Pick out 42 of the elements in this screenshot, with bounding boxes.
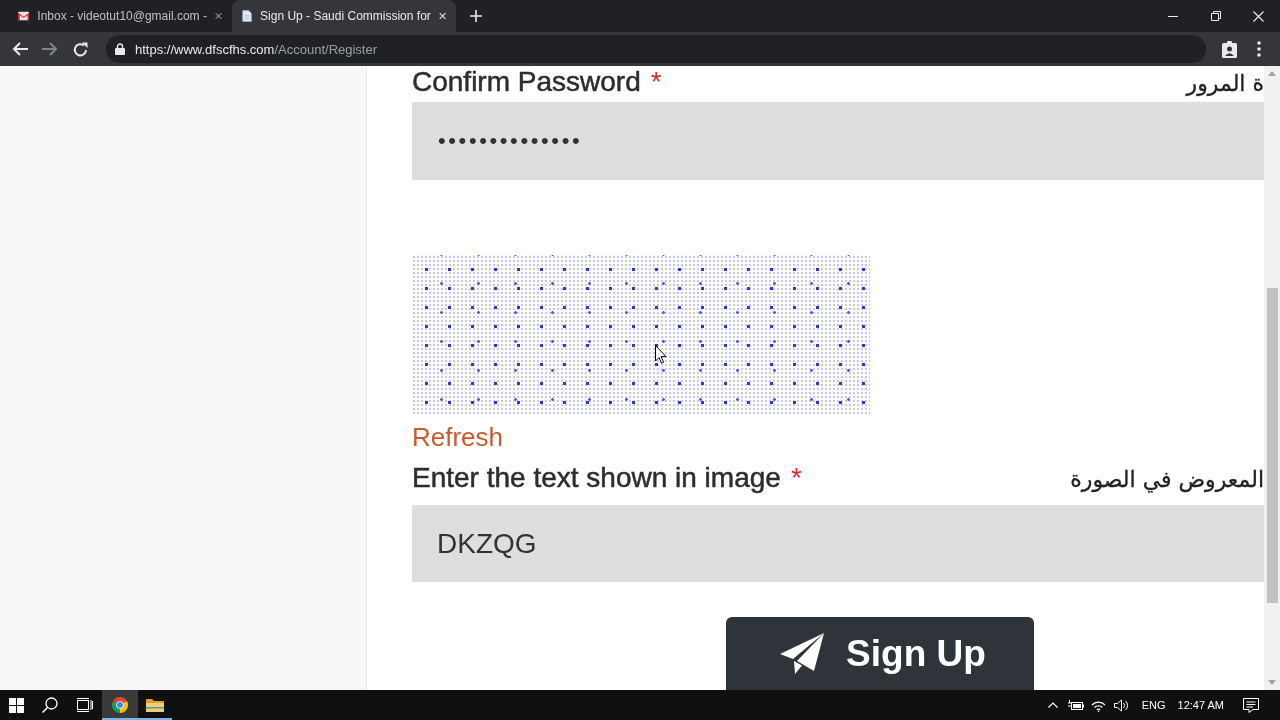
- document-icon: [242, 8, 253, 24]
- taskbar-app[interactable]: [102, 690, 138, 720]
- browser-icon: [112, 697, 128, 713]
- mail-icon: [18, 10, 30, 22]
- password-field[interactable]: ••••••••••••••: [412, 102, 1264, 180]
- minimize-icon: [1167, 15, 1178, 17]
- lock-icon: [115, 43, 125, 55]
- search-icon: [42, 697, 58, 713]
- reload-icon: [72, 41, 88, 57]
- arabic-label: ة المرور: [1186, 70, 1264, 98]
- menu-icon: [1257, 41, 1261, 57]
- forward-icon: [42, 42, 58, 56]
- captcha-input-field[interactable]: DKZQG: [412, 505, 1264, 582]
- language-indicator[interactable]: ENG: [1133, 699, 1174, 711]
- scrollbar[interactable]: [1264, 66, 1280, 690]
- volume-icon[interactable]: [1114, 698, 1130, 712]
- refresh-link[interactable]: Refresh: [412, 420, 504, 454]
- profile-icon: [1221, 40, 1237, 58]
- arabic-label: المعروض في الصورة: [1070, 466, 1264, 495]
- close-icon[interactable]: [214, 11, 222, 21]
- folder-icon: [146, 698, 164, 712]
- browser-tab[interactable]: Inbox - videotut10@gmail.com -: [8, 0, 232, 32]
- field-label: Enter the text shown in image: [412, 462, 781, 493]
- clock[interactable]: 12:47 AM: [1173, 699, 1228, 711]
- paper-plane-icon: [780, 632, 825, 675]
- field-label: Confirm Password: [412, 66, 641, 97]
- chevron-up-icon[interactable]: [1047, 702, 1058, 708]
- sign-up-button[interactable]: Sign Up: [726, 617, 1034, 690]
- task-view-icon: [77, 698, 93, 712]
- cursor-icon: [655, 345, 667, 364]
- windows-icon: [8, 697, 24, 713]
- browser-tab[interactable]: Sign Up - Saudi Commission for: [232, 0, 456, 32]
- notification-icon[interactable]: [1243, 697, 1259, 713]
- required-mark: *: [650, 66, 662, 97]
- back-icon: [12, 42, 28, 56]
- scrollbar-thumb[interactable]: [1266, 288, 1278, 603]
- plus-icon[interactable]: [470, 10, 482, 22]
- close-icon: [1253, 10, 1264, 22]
- restore-icon: [1210, 11, 1221, 21]
- required-mark: *: [790, 462, 802, 493]
- battery-icon[interactable]: [1067, 699, 1084, 711]
- address-bar[interactable]: https://www.dfscfhs.com/Account/Register: [106, 35, 1206, 63]
